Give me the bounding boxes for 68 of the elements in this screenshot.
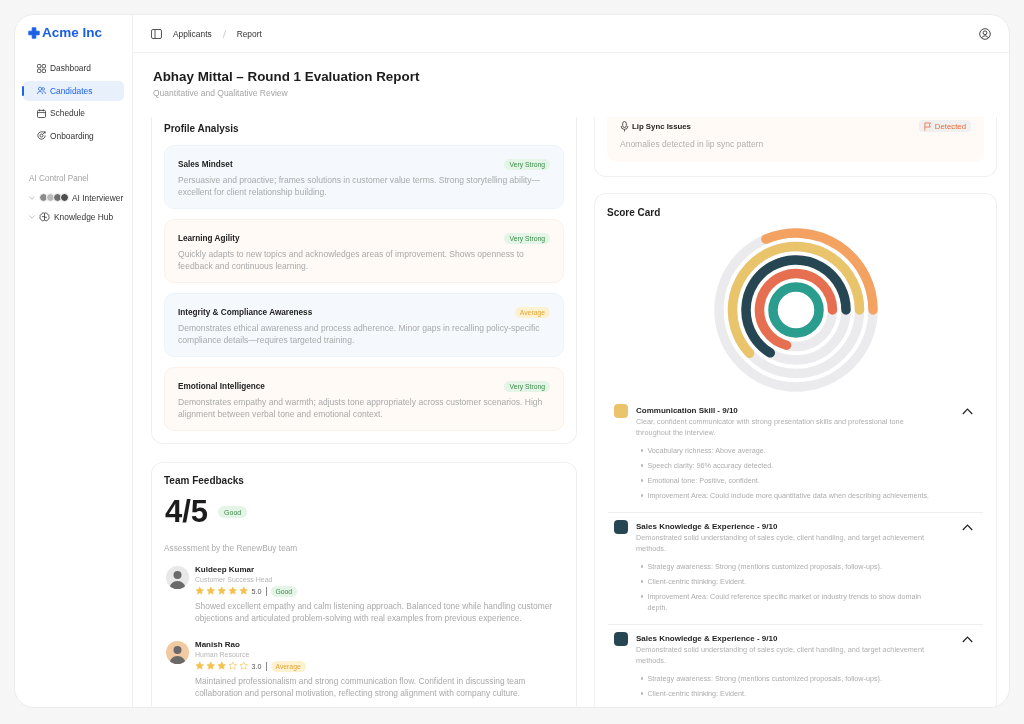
nav-item[interactable]: Schedule bbox=[23, 103, 124, 123]
trait-description: Demonstrates empathy and warmth; adjusts tone appropriately across customer scenarios. High alignment between verbal tone and emotional context. bbox=[178, 396, 544, 420]
grid-icon bbox=[37, 63, 46, 73]
reviewer-name: Manish Rao bbox=[195, 639, 241, 650]
user-circle-icon[interactable] bbox=[979, 27, 991, 40]
target-icon bbox=[37, 131, 46, 140]
flag-icon bbox=[923, 121, 932, 131]
trait-title: Integrity & Compliance Awareness bbox=[178, 307, 313, 317]
users-icon bbox=[37, 86, 46, 95]
trait-description: Quickly adapts to new topics and acknowledges areas of improvement. Shows openness to feedback and continuous learning. bbox=[178, 248, 525, 272]
score-ring bbox=[767, 282, 824, 338]
reviewer-name: Kuldeep Kumar bbox=[195, 564, 256, 575]
score-title: Sales Knowledge & Experience - 9/10 bbox=[636, 633, 779, 645]
nav-item[interactable]: Candidates bbox=[23, 80, 124, 101]
sidebar-toggle-icon[interactable] bbox=[151, 28, 162, 39]
bullet-icon bbox=[641, 464, 644, 467]
bullet-icon bbox=[641, 677, 644, 680]
trait-title: Sales Mindset bbox=[178, 159, 233, 169]
star-icon bbox=[195, 661, 205, 671]
breadcrumb-link[interactable]: Report bbox=[236, 28, 262, 39]
brain-icon bbox=[39, 211, 50, 222]
section-title: Profile Analysis bbox=[164, 122, 240, 136]
chevron-up-icon[interactable] bbox=[962, 636, 973, 643]
chevron-up-icon[interactable] bbox=[962, 408, 973, 415]
star-icon bbox=[239, 586, 249, 596]
trait-title: Emotional Intelligence bbox=[178, 381, 265, 391]
bullet-icon bbox=[641, 580, 644, 583]
star-icon bbox=[206, 586, 216, 596]
score-title: Communication Skill - 9/10 bbox=[636, 405, 739, 417]
chevron-down-icon bbox=[29, 195, 35, 200]
bullet-icon bbox=[641, 494, 644, 497]
page-subtitle: Quantitative and Qualitative Review bbox=[153, 88, 289, 98]
nav-item[interactable]: Dashboard bbox=[23, 58, 124, 78]
section-title: Score Card bbox=[607, 206, 662, 220]
section-label: AI Control Panel bbox=[29, 173, 90, 184]
bullet-icon bbox=[641, 565, 644, 568]
menu-group[interactable]: Knowledge Hub bbox=[23, 208, 124, 225]
bullet-icon bbox=[641, 595, 644, 598]
bullet-icon bbox=[641, 692, 644, 695]
cross-logo-icon bbox=[28, 27, 40, 39]
star-icon bbox=[217, 586, 227, 596]
overall-score: 4/5 bbox=[165, 496, 209, 528]
star-icon bbox=[228, 586, 238, 596]
page-title: Abhay Mittal – Round 1 Evaluation Report bbox=[153, 68, 421, 86]
trait-description: Demonstrates ethical awareness and process adherence. Minor gaps in recalling policy-specific compliance details—requires targeted training. bbox=[178, 322, 541, 346]
star-icon bbox=[206, 661, 216, 671]
star-icon bbox=[217, 661, 227, 671]
review-comment: Showed excellent empathy and calm listening approach. Balanced tone while handling customer objections and articulated problem-solving with real examples from previous experience. bbox=[195, 601, 554, 624]
score-title: Sales Knowledge & Experience - 9/10 bbox=[636, 521, 779, 533]
review-comment: Maintained professionalism and strong communication flow. Confident in discussing team collaboration and personal motivation, reflecting strong alignment with company culture. bbox=[195, 676, 527, 699]
section-title: Team Feedbacks bbox=[164, 474, 245, 488]
star-icon bbox=[239, 661, 249, 671]
bullet-icon bbox=[641, 449, 644, 452]
bullet-icon bbox=[641, 479, 644, 482]
trait-title: Learning Agility bbox=[178, 233, 240, 243]
brand-name: Acme Inc bbox=[42, 25, 103, 41]
menu-group[interactable]: AI Interviewer bbox=[23, 189, 124, 206]
trait-description: Persuasive and proactive; frames solutions in customer value terms. Strong storytelling ability—excellent for client relationship building. bbox=[178, 174, 541, 198]
chevron-up-icon[interactable] bbox=[962, 524, 973, 531]
active-indicator bbox=[22, 85, 24, 96]
breadcrumb-link[interactable]: Applicants bbox=[173, 28, 212, 39]
star-icon bbox=[195, 586, 205, 596]
nav-item[interactable]: Onboarding bbox=[23, 125, 124, 146]
microphone-icon bbox=[620, 120, 629, 132]
star-icon bbox=[228, 661, 238, 671]
assessment-note: Assessment by the RenewBuy team bbox=[164, 542, 299, 554]
chevron-down-icon bbox=[29, 214, 35, 219]
calendar-icon bbox=[37, 108, 46, 118]
